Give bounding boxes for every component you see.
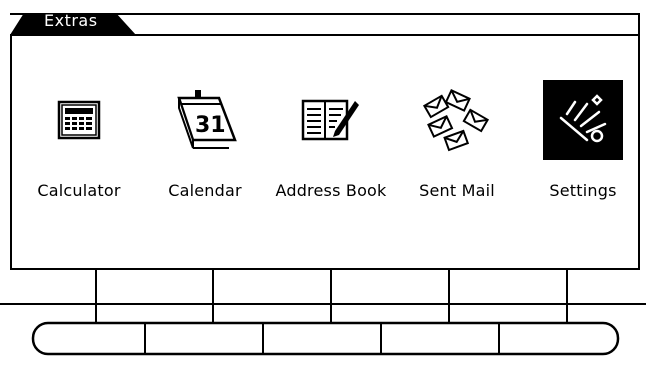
softkey-4[interactable] [382, 324, 498, 354]
app-label-calculator: Calculator [37, 181, 121, 200]
title-bar: Extras [10, 9, 640, 36]
app-label-address-book: Address Book [275, 181, 387, 200]
softkey-5[interactable] [500, 324, 616, 354]
sent-mail-icon [417, 80, 497, 160]
device-screen: Extras Calculator 31 Calendar Address Bo… [0, 0, 646, 377]
calendar-icon: 31 [165, 80, 245, 160]
app-label-settings: Settings [549, 181, 617, 200]
app-address-book[interactable]: Address Book [268, 80, 394, 220]
calculator-icon [39, 80, 119, 160]
app-calendar[interactable]: 31 Calendar [142, 80, 268, 220]
address-book-icon [291, 80, 371, 160]
settings-icon [543, 80, 623, 160]
softkey-3[interactable] [264, 324, 380, 354]
app-calculator[interactable]: Calculator [16, 80, 142, 220]
app-launcher: Calculator 31 Calendar Address Book Sent… [10, 36, 640, 268]
title-tab-shape [10, 13, 640, 36]
softkey-2[interactable] [146, 324, 262, 354]
window-title: Extras [44, 11, 98, 30]
softkey-frame [0, 268, 646, 356]
calendar-day: 31 [195, 113, 226, 138]
softkey-area [0, 268, 646, 377]
softkey-1[interactable] [34, 324, 144, 354]
app-label-calendar: Calendar [168, 181, 242, 200]
app-label-sent-mail: Sent Mail [419, 181, 495, 200]
app-sent-mail[interactable]: Sent Mail [394, 80, 520, 220]
app-settings[interactable]: Settings [520, 80, 646, 220]
